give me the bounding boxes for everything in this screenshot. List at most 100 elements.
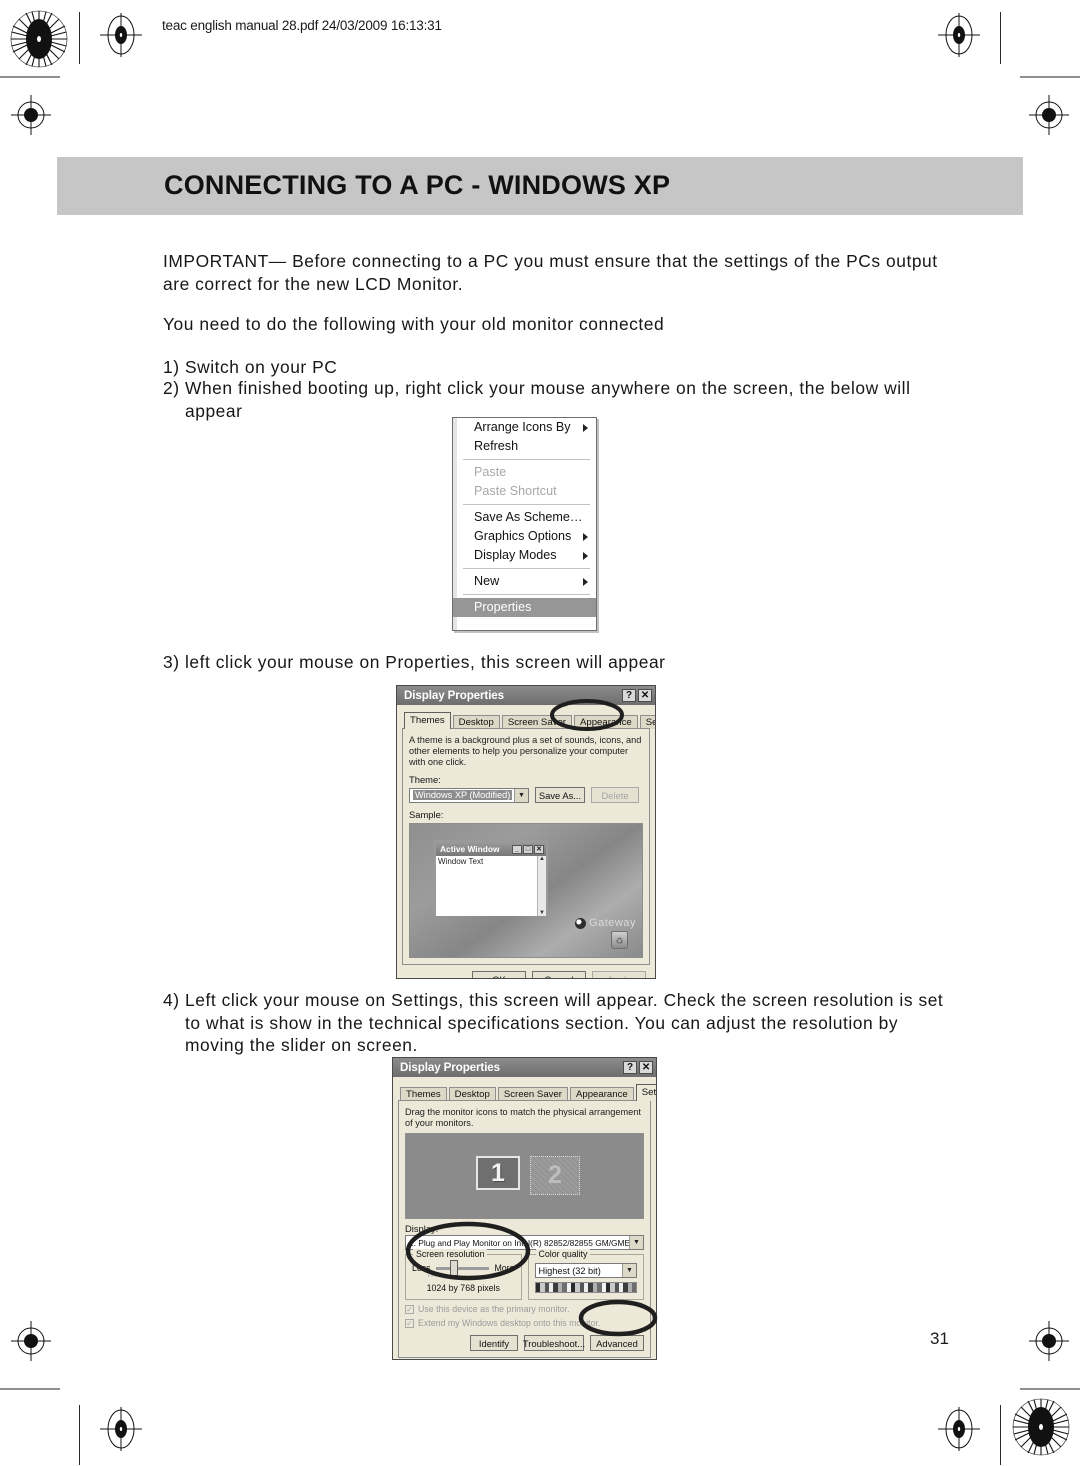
sample-active-window: Active Window _ □ ✕ Window Text ▲ ▼ (434, 840, 548, 916)
apply-button: Apply (592, 971, 646, 978)
monitor-arrangement-area[interactable]: 1 2 (405, 1133, 644, 1219)
troubleshoot-button[interactable]: Troubleshoot... (523, 1335, 585, 1351)
color-quality-value: Highest (32 bit) (538, 1265, 601, 1276)
display-combobox[interactable]: 1. Plug and Play Monitor on Intel(R) 828… (405, 1235, 644, 1250)
menu-item-label: New (474, 574, 500, 588)
tab-themes[interactable]: Themes (404, 712, 451, 729)
tab-screen-saver[interactable]: Screen Saver (497, 1087, 568, 1101)
page-title: CONNECTING TO A PC - WINDOWS XP (164, 170, 671, 200)
menu-item-graphics-options[interactable]: Graphics Options (453, 527, 596, 546)
tab-desktop[interactable]: Desktop (452, 715, 500, 729)
step-1-number: 1) (163, 357, 180, 377)
resolution-slider[interactable] (435, 1259, 490, 1276)
menu-item-display-modes[interactable]: Display Modes (453, 546, 596, 565)
dialog-body: Themes Desktop Screen Saver Appearance S… (397, 705, 655, 978)
slider-ticks: ′′′′′′′′ (428, 1275, 455, 1282)
theme-combobox[interactable]: Windows XP (Modified) ▼ (409, 787, 529, 803)
submenu-arrow-icon (583, 552, 588, 560)
tab-desktop[interactable]: Desktop (448, 1087, 496, 1101)
color-quality-combobox[interactable]: Highest (32 bit) ▼ (534, 1263, 637, 1278)
tab-themes[interactable]: Themes (400, 1087, 447, 1101)
menu-item-label: Properties (474, 600, 532, 614)
close-icon: ✕ (534, 844, 544, 854)
close-icon[interactable]: ✕ (639, 1061, 653, 1074)
tab-appearance[interactable]: Appearance (569, 1087, 634, 1101)
ok-button[interactable]: OK (472, 971, 526, 978)
cancel-button[interactable]: Cancel (532, 971, 586, 978)
menu-item-label: Arrange Icons By (474, 420, 571, 434)
color-quality-group: Color quality Highest (32 bit) ▼ (527, 1249, 644, 1300)
settings-tab-panel: Drag the monitor icons to match the phys… (398, 1100, 651, 1358)
step-4: 4) Left click your mouse on Settings, th… (163, 989, 953, 1057)
screen-resolution-label: Screen resolution (413, 1249, 488, 1259)
menu-separator (463, 504, 590, 505)
themes-tab-panel: A theme is a background plus a set of so… (402, 728, 650, 965)
menu-item-refresh[interactable]: Refresh (453, 437, 596, 456)
sample-window-title: Active Window (440, 844, 500, 854)
extend-desktop-label: Extend my Windows desktop onto this moni… (418, 1318, 601, 1328)
display-label: Display: (405, 1223, 439, 1234)
menu-item-label: Paste (474, 465, 507, 479)
close-icon[interactable]: ✕ (638, 689, 652, 702)
chevron-down-icon[interactable]: ▼ (622, 1264, 636, 1277)
tabstrip: Themes Desktop Screen Saver Appearance S… (400, 1084, 656, 1101)
themes-description: A theme is a background plus a set of so… (409, 735, 642, 767)
step-4-number: 4) (163, 990, 180, 1010)
menu-item-save-as-scheme[interactable]: Save As Scheme… (453, 508, 596, 527)
monitor-icon-2[interactable]: 2 (530, 1156, 580, 1195)
submenu-arrow-icon (583, 533, 588, 541)
checkbox-icon: ✓ (405, 1318, 414, 1328)
settings-description: Drag the monitor icons to match the phys… (405, 1107, 641, 1128)
menu-item-paste-shortcut: Paste Shortcut (453, 482, 596, 501)
settings-button-row: Identify Troubleshoot... Advanced (405, 1335, 644, 1351)
checkbox-icon: ✓ (405, 1304, 414, 1314)
menu-item-properties[interactable]: Properties (453, 598, 596, 617)
sample-label: Sample: (409, 809, 444, 820)
step-3-number: 3) (163, 652, 180, 672)
menu-separator (463, 568, 590, 569)
sample-scrollbar: ▲ ▼ (537, 856, 546, 916)
sample-window-body: Window Text ▲ ▼ (436, 856, 546, 916)
gateway-logo: Gateway (575, 917, 636, 929)
step-3-text: left click your mouse on Properties, thi… (185, 652, 666, 672)
desktop-context-menu[interactable]: Arrange Icons By Refresh Paste Paste Sho… (452, 417, 597, 631)
tab-screen-saver[interactable]: Screen Saver (501, 715, 572, 729)
help-icon[interactable]: ? (623, 1061, 637, 1074)
help-icon[interactable]: ? (622, 689, 636, 702)
save-as-button[interactable]: Save As... (535, 787, 585, 803)
display-properties-settings-dialog[interactable]: Display Properties ? ✕ Themes Desktop Sc… (392, 1057, 657, 1360)
theme-label: Theme: (409, 774, 441, 785)
step-1: 1) Switch on your PC (163, 356, 953, 379)
identify-button[interactable]: Identify (470, 1335, 518, 1351)
dialog-body: Themes Desktop Screen Saver Appearance S… (393, 1077, 656, 1359)
step-2-text: When finished booting up, right click yo… (185, 378, 911, 421)
dialog-footer: OK Cancel Apply (402, 965, 650, 978)
slider-less-label: Less (412, 1263, 431, 1273)
menu-item-label: Graphics Options (474, 529, 572, 543)
menu-item-arrange-icons-by[interactable]: Arrange Icons By (453, 418, 596, 437)
chevron-down-icon[interactable]: ▼ (514, 788, 528, 802)
display-selected-value: 1. Plug and Play Monitor on Intel(R) 828… (409, 1237, 644, 1248)
delete-button: Delete (591, 787, 639, 803)
theme-sample-preview: Active Window _ □ ✕ Window Text ▲ ▼ Gate… (409, 823, 643, 958)
color-quality-label: Color quality (535, 1249, 591, 1259)
resolution-slider-row[interactable]: Less More (412, 1259, 515, 1276)
menu-separator (463, 459, 590, 460)
dialog-footer: OK Cancel Apply (398, 1358, 651, 1359)
display-properties-themes-dialog[interactable]: Display Properties ? ✕ Themes Desktop Sc… (396, 685, 656, 979)
menu-item-new[interactable]: New (453, 572, 596, 591)
slider-more-label: More (494, 1263, 515, 1273)
menu-item-label: Save As Scheme… (474, 510, 583, 524)
monitor-icon-1[interactable]: 1 (476, 1156, 520, 1190)
step-3: 3) left click your mouse on Properties, … (163, 651, 953, 674)
advanced-button[interactable]: Advanced (590, 1335, 644, 1351)
tab-settings[interactable]: Settings (639, 715, 655, 729)
tab-settings[interactable]: Settings (635, 1084, 656, 1101)
chevron-down-icon[interactable]: ▼ (629, 1236, 643, 1249)
step-1-text: Switch on your PC (185, 357, 338, 377)
dialog-titlebar: Display Properties ? ✕ (397, 686, 655, 705)
tab-appearance[interactable]: Appearance (573, 715, 638, 729)
slider-thumb[interactable] (449, 1259, 458, 1276)
step-2: 2) When finished booting up, right click… (163, 377, 953, 422)
sample-window-titlebar: Active Window _ □ ✕ (436, 842, 546, 856)
